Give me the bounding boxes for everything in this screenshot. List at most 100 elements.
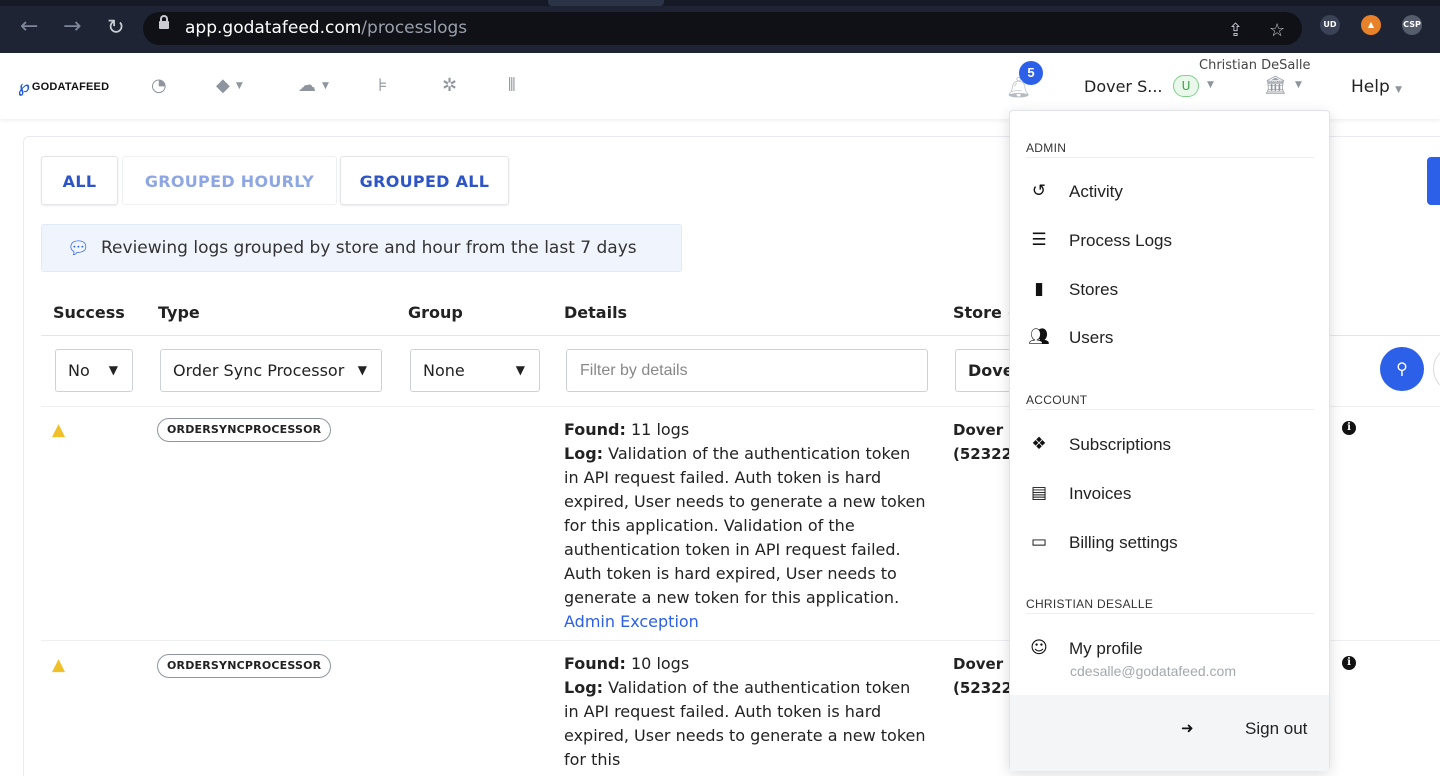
admin-exception-link[interactable]: Admin Exception — [564, 612, 699, 631]
info-circle-icon[interactable]: i — [1342, 656, 1356, 670]
gear-icon[interactable]: ✲ — [442, 75, 457, 96]
success-filter-value: No — [68, 361, 90, 380]
column-header-type[interactable]: Type — [158, 303, 200, 322]
users-icon: 👥︎ — [1028, 327, 1050, 347]
url-path: /processlogs — [361, 18, 468, 38]
cloud-upload-menu[interactable]: ☁ ▼ — [298, 75, 329, 96]
reload-icon[interactable]: ↻ — [107, 16, 125, 38]
found-label: Found: — [564, 654, 626, 673]
group-filter-value: None — [423, 361, 465, 380]
notification-count-badge: 5 — [1019, 61, 1043, 85]
help-menu[interactable]: Help ▼ — [1351, 77, 1402, 97]
section-header-account: ACCOUNT — [1026, 393, 1088, 407]
tab-strip — [0, 0, 1440, 6]
group-filter-select[interactable]: None ▼ — [410, 349, 540, 392]
bar-chart-icon[interactable]: ⫴ — [508, 75, 516, 96]
extension-shield-icon[interactable]: UD — [1320, 15, 1340, 35]
log-label: Log: — [564, 444, 604, 463]
found-value: 10 logs — [631, 654, 690, 673]
log-text: Validation of the authentication token i… — [564, 678, 926, 769]
search-button[interactable]: ⚲ — [1380, 347, 1424, 391]
log-details: Found: 10 logs Log: Validation of the au… — [564, 652, 926, 772]
user-status-badge[interactable]: U — [1173, 75, 1199, 97]
column-header-group[interactable]: Group — [408, 303, 463, 322]
share-icon[interactable]: ⇪ — [1228, 20, 1243, 41]
found-value: 11 logs — [631, 420, 690, 439]
menu-item-label: Stores — [1069, 280, 1119, 299]
menu-item-label: Billing settings — [1069, 533, 1178, 552]
help-label: Help — [1351, 77, 1390, 97]
success-filter-select[interactable]: No ▼ — [55, 349, 133, 392]
menu-item-invoices[interactable]: ▤ Invoices — [1010, 474, 1331, 514]
list-icon: ☰ — [1031, 230, 1047, 250]
store-name: Dover S — [953, 421, 1013, 439]
type-filter-select[interactable]: Order Sync Processor ▼ — [160, 349, 382, 392]
type-pill: ORDERSYNCPROCESSOR — [157, 654, 332, 678]
log-label: Log: — [564, 678, 604, 697]
extension-csp-icon[interactable]: CSP — [1402, 15, 1422, 35]
column-header-details[interactable]: Details — [564, 303, 627, 322]
active-tab[interactable] — [548, 0, 664, 6]
godatafeed-logo[interactable]: ℘ GODATAFEED — [18, 77, 109, 97]
menu-item-process-logs[interactable]: ☰ Process Logs — [1010, 221, 1331, 261]
star-icon[interactable]: ☆ — [1269, 20, 1285, 41]
url-text: app.godatafeed.com/processlogs — [185, 18, 467, 38]
history-icon: ↺ — [1031, 181, 1047, 201]
menu-divider — [1026, 613, 1314, 614]
sign-out-button[interactable]: ➜ Sign out — [1010, 695, 1329, 771]
caret-down-icon: ▼ — [515, 363, 525, 377]
menu-item-subscriptions[interactable]: ❖ Subscriptions — [1010, 425, 1331, 465]
tags-menu[interactable]: ◆ ▼ — [216, 75, 243, 96]
tab-grouped-all[interactable]: GROUPED ALL — [340, 156, 509, 205]
menu-item-activity[interactable]: ↺ Activity — [1010, 172, 1331, 212]
info-circle-icon[interactable]: i — [1342, 421, 1356, 435]
bank-icon[interactable]: 🏛︎ — [1264, 75, 1287, 96]
caret-down-icon: ▼ — [357, 363, 367, 377]
column-header-success[interactable]: Success — [53, 303, 125, 322]
chevron-down-icon[interactable]: ▼ — [1207, 80, 1214, 90]
sign-out-label: Sign out — [1245, 719, 1308, 738]
menu-item-label: Users — [1069, 328, 1114, 347]
warning-icon: ▲ — [52, 420, 66, 440]
menu-item-billing-settings[interactable]: ▭ Billing settings — [1010, 523, 1331, 563]
log-text: Validation of the authentication token i… — [564, 444, 926, 607]
lock-icon — [159, 15, 169, 29]
url-host: app.godatafeed.com — [185, 18, 362, 38]
info-message: 💬︎ Reviewing logs grouped by store and h… — [41, 224, 682, 272]
store-id: (523229 — [953, 679, 1013, 697]
menu-divider — [1026, 157, 1314, 158]
caret-down-icon: ▼ — [108, 363, 118, 377]
tab-all[interactable]: ALL — [41, 156, 118, 205]
chevron-down-icon[interactable]: ▼ — [1295, 80, 1302, 90]
store-id: (523229 — [953, 445, 1013, 463]
cubes-icon: ❖ — [1031, 434, 1047, 454]
details-filter-input[interactable]: Filter by details — [566, 349, 928, 392]
store-cell: Dover S (523229 — [953, 418, 1013, 466]
menu-item-label: My profile — [1069, 639, 1143, 658]
comment-dots-icon: 💬︎ — [67, 238, 90, 259]
type-pill: ORDERSYNCPROCESSOR — [157, 418, 332, 442]
tab-grouped-hourly[interactable]: GROUPED HOURLY — [122, 156, 337, 205]
chevron-down-icon: ▼ — [322, 80, 329, 91]
store-cell: Dover S (523229 — [953, 652, 1013, 700]
menu-item-label: Activity — [1069, 182, 1123, 201]
menu-item-stores[interactable]: ▮ Stores — [1010, 270, 1331, 310]
file-invoice-icon: ▤ — [1030, 483, 1048, 503]
cart-icon[interactable]: ⊧ — [378, 75, 387, 96]
forward-arrow-icon[interactable]: → — [63, 16, 81, 38]
address-bar[interactable]: app.godatafeed.com/processlogs ⇪ ☆ — [143, 12, 1302, 45]
warning-icon: ▲ — [52, 655, 66, 675]
dashboard-icon[interactable]: ◔ — [151, 75, 167, 96]
user-icon: ☺ — [1030, 638, 1048, 658]
sign-out-icon: ➜ — [1181, 719, 1194, 737]
logo-mark-icon: ℘ — [18, 77, 30, 97]
menu-item-users[interactable]: 👥︎ Users — [1010, 318, 1331, 358]
chevron-down-icon: ▼ — [1395, 85, 1403, 95]
back-arrow-icon[interactable]: ← — [20, 16, 38, 38]
menu-item-label: Invoices — [1069, 484, 1132, 503]
side-action-button[interactable] — [1427, 157, 1440, 205]
extension-fox-icon[interactable]: ▲ — [1361, 15, 1381, 35]
column-header-store[interactable]: Store (5 — [953, 303, 1009, 322]
search-icon: ⚲ — [1396, 359, 1408, 378]
store-switcher[interactable]: Dover S... — [1084, 77, 1163, 96]
